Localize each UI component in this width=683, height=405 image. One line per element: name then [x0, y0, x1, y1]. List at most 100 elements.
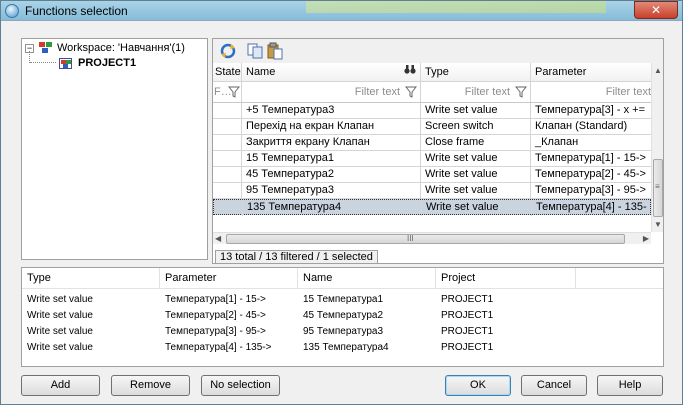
- list-cell-type: Write set value: [27, 310, 93, 321]
- list-column-project[interactable]: Project: [436, 268, 576, 289]
- grip-icon: ≡: [655, 182, 660, 191]
- column-header-state[interactable]: State: [213, 63, 242, 81]
- list-cell-project: PROJECT1: [441, 310, 494, 321]
- list-cell-name: 45 Температура2: [303, 310, 384, 321]
- list-cell-parameter: Температура[3] - 95->: [165, 326, 266, 337]
- grid-cell-type: Write set value: [421, 167, 531, 183]
- vertical-scroll-thumb[interactable]: ≡: [653, 159, 663, 217]
- grid-row[interactable]: 135 Температура4 Write set value Температу…: [213, 199, 651, 216]
- app-icon: [5, 4, 19, 18]
- add-button[interactable]: Add: [21, 375, 100, 396]
- column-header-parameter[interactable]: Parameter: [531, 63, 653, 81]
- workspace-icon: [39, 42, 53, 54]
- filter-funnel-icon[interactable]: [405, 86, 417, 98]
- list-column-parameter[interactable]: Parameter: [160, 268, 298, 289]
- vertical-scrollbar[interactable]: ▲ ≡ ▼: [651, 63, 663, 232]
- column-header-name[interactable]: Name: [242, 63, 421, 81]
- grid-cell-type: Write set value: [421, 151, 531, 167]
- list-item[interactable]: Write set value Температура[3] - 95-> 95 Т…: [22, 324, 663, 340]
- no-selection-button[interactable]: No selection: [201, 375, 280, 396]
- grid-row[interactable]: +5 Температура3 Write set value Температур…: [213, 103, 651, 119]
- grid-cell-name: 45 Температура2: [242, 167, 421, 183]
- list-cell-name: 135 Температура4: [303, 342, 389, 353]
- filter-funnel-icon[interactable]: [228, 86, 240, 98]
- list-cell-type: Write set value: [27, 326, 93, 337]
- scroll-right-arrow-icon[interactable]: ▶: [643, 234, 649, 244]
- list-column-name[interactable]: Name: [298, 268, 436, 289]
- grid-cell-type: Write set value: [421, 183, 531, 199]
- grid-cell-name: 95 Температура3: [242, 183, 421, 199]
- list-cell-project: PROJECT1: [441, 342, 494, 353]
- workspace-label: Workspace: 'Навчання'(1): [57, 42, 185, 54]
- grid-cell-parameter: Температура[2] - 45->: [531, 167, 651, 183]
- list-item[interactable]: Write set value Температура[2] - 45-> 45 Т…: [22, 308, 663, 324]
- scroll-down-arrow-icon[interactable]: ▼: [654, 220, 662, 230]
- list-cell-parameter: Температура[2] - 45->: [165, 310, 266, 321]
- tree-node-project[interactable]: PROJECT1: [22, 56, 207, 71]
- grid-cell-parameter: Температура[1] - 15->: [531, 151, 651, 167]
- ok-button[interactable]: OK: [445, 375, 511, 396]
- find-binoculars-icon[interactable]: [404, 63, 416, 81]
- grid-cell-parameter: _Клапан: [531, 135, 651, 151]
- grid-cell-type: Write set value: [421, 103, 531, 119]
- grid-row[interactable]: Закриття екрану Клапан Close frame _Клапан: [213, 135, 651, 151]
- grid-cell-parameter: Клапан (Standard): [531, 119, 651, 135]
- column-header-type[interactable]: Type: [421, 63, 531, 81]
- filter-name-placeholder: Filter text: [354, 86, 400, 98]
- scroll-left-arrow-icon[interactable]: ◀: [215, 234, 221, 244]
- grid-cell-name: 15 Температура1: [242, 151, 421, 167]
- horizontal-scroll-thumb[interactable]: III: [226, 234, 625, 244]
- list-item[interactable]: Write set value Температура[4] - 135-> 135…: [22, 340, 663, 356]
- paste-icon[interactable]: [266, 42, 284, 60]
- filter-parameter[interactable]: Filter text: [531, 82, 653, 102]
- filter-type-placeholder: Filter text: [464, 86, 510, 98]
- workspace-tree[interactable]: − Workspace: 'Навчання'(1) PROJECT1: [21, 38, 208, 260]
- close-button[interactable]: ✕: [634, 1, 678, 19]
- list-cell-parameter: Температура[1] - 15->: [165, 294, 266, 305]
- grid-cell-type: Close frame: [421, 135, 531, 151]
- grid-cell-state: [213, 135, 242, 151]
- title-bar[interactable]: Functions selection ✕: [1, 1, 682, 21]
- grid-cell-name: 135 Температура4: [243, 200, 422, 216]
- grid-toolbar: [213, 39, 663, 63]
- refresh-icon[interactable]: [219, 42, 237, 60]
- copy-icon[interactable]: [246, 42, 264, 60]
- grid-row[interactable]: 45 Температура2 Write set value Температур…: [213, 167, 651, 183]
- tree-node-workspace[interactable]: − Workspace: 'Навчання'(1): [22, 41, 207, 56]
- list-cell-type: Write set value: [27, 342, 93, 353]
- grid-cell-state: [213, 167, 242, 183]
- grid-cell-name: Закриття екрану Клапан: [242, 135, 421, 151]
- grid-header: State Name Type Parameter: [213, 63, 651, 82]
- grid-body: +5 Температура3 Write set value Температур…: [213, 103, 651, 220]
- cancel-button[interactable]: Cancel: [521, 375, 587, 396]
- grid-cell-type: Screen switch: [421, 119, 531, 135]
- window-title: Functions selection: [25, 4, 128, 18]
- grid-cell-type: Write set value: [422, 200, 532, 216]
- functions-selection-dialog: Functions selection ✕ − Workspace: 'Навч…: [0, 0, 683, 405]
- grid-cell-state: [213, 103, 242, 119]
- list-cell-name: 95 Температура3: [303, 326, 384, 337]
- grid-row[interactable]: Перехід на екран Клапан Screen switch Клап…: [213, 119, 651, 135]
- list-item[interactable]: Write set value Температура[1] - 15-> 15 Т…: [22, 292, 663, 308]
- filter-funnel-icon[interactable]: [515, 86, 527, 98]
- filter-parameter-placeholder: Filter text: [605, 86, 651, 98]
- filter-name[interactable]: Filter text: [242, 82, 421, 102]
- grid-cell-state: [213, 119, 242, 135]
- filter-state[interactable]: F…: [213, 82, 242, 102]
- horizontal-scrollbar[interactable]: ◀ III ▶: [213, 232, 651, 244]
- column-header-name-label: Name: [246, 66, 276, 78]
- project-icon: [59, 58, 72, 69]
- grid-row[interactable]: 95 Температура3 Write set value Температур…: [213, 183, 651, 199]
- remove-button[interactable]: Remove: [111, 375, 190, 396]
- scroll-up-arrow-icon[interactable]: ▲: [654, 66, 662, 76]
- filter-type[interactable]: Filter text: [421, 82, 531, 102]
- list-cell-name: 15 Температура1: [303, 294, 384, 305]
- list-cell-project: PROJECT1: [441, 326, 494, 337]
- grid-row[interactable]: 15 Температура1 Write set value Температур…: [213, 151, 651, 167]
- help-button[interactable]: Help: [597, 375, 663, 396]
- grid-cell-parameter: Температура[3] - 95->: [531, 183, 651, 199]
- grid-cell-state: [213, 151, 242, 167]
- grip-icon: III: [407, 234, 414, 243]
- selected-functions-list[interactable]: Type Parameter Name Project Write set va…: [21, 267, 664, 367]
- list-column-type[interactable]: Type: [22, 268, 160, 289]
